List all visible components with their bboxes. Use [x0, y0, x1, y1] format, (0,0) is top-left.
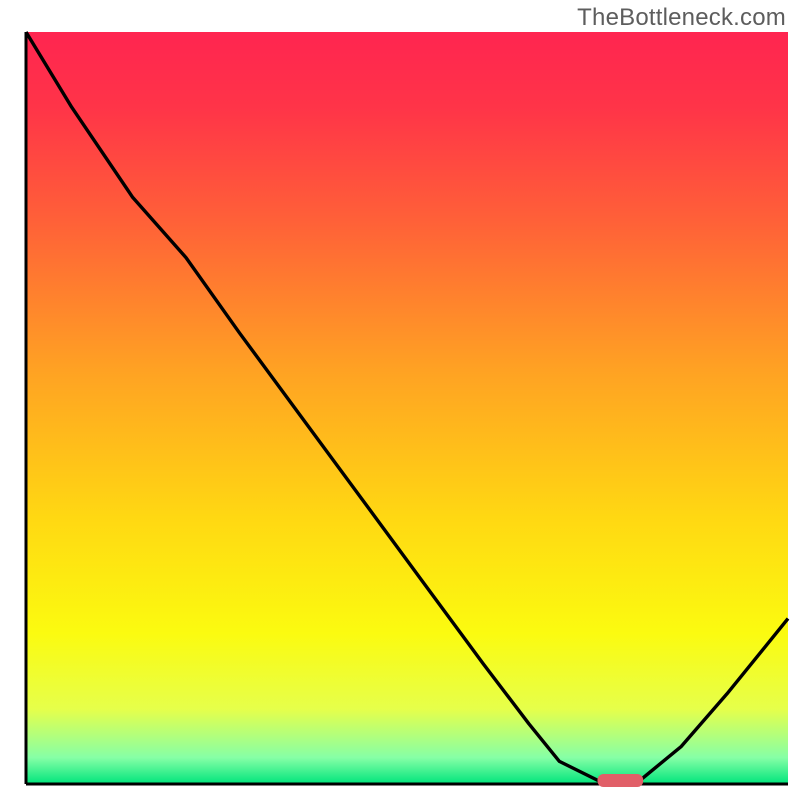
optimal-marker	[598, 774, 644, 787]
chart-container: TheBottleneck.com	[0, 0, 800, 800]
bottleneck-chart	[0, 0, 800, 800]
gradient-background	[26, 32, 788, 784]
